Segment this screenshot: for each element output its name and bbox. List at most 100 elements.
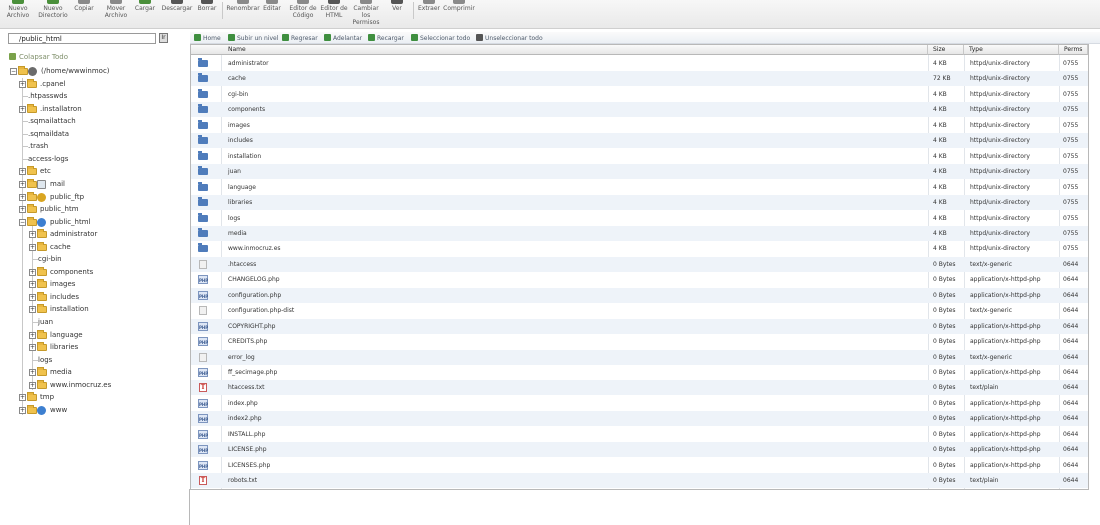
column-name-header[interactable]: Name [191,45,928,55]
tree-item[interactable]: + .installatron [0,103,185,115]
expand-toggle-icon[interactable]: + [29,293,36,301]
table-row[interactable]: libraries 4 KB httpd/unix-directory 0755 [191,195,1088,211]
toolbar-button-5[interactable]: Cargar [131,0,159,29]
tree-item[interactable]: .sqmaildata [0,129,185,140]
expand-toggle-icon[interactable]: + [19,168,26,176]
toolbar-button-1[interactable]: Nuevo Archivo [3,0,33,29]
expand-toggle-icon[interactable]: + [19,193,26,201]
nav-select-all[interactable]: Seleccionar todo [411,34,470,43]
expand-toggle-icon[interactable]: + [29,344,36,352]
tree-item[interactable]: + public_htm [0,204,185,215]
expand-toggle-icon[interactable]: + [29,281,36,289]
table-row[interactable]: .htaccess 0 Bytes text/x-generic 0644 [191,256,1088,272]
table-row[interactable]: PHP ff_secimage.php 0 Bytes application/x-h… [191,365,1088,380]
tree-item[interactable]: + public_ftp [0,191,185,203]
tree-item[interactable]: logs [0,355,185,366]
expand-toggle-icon[interactable]: + [19,180,26,188]
table-row[interactable]: Thtaccess.txt 0 Bytes text/plain 0644 [191,380,1088,396]
table-row[interactable]: installation 4 KB httpd/unix-directory 0755 [191,149,1088,164]
table-row[interactable]: error_log 0 Bytes text/x-generic 0644 [191,349,1088,365]
table-row[interactable]: cgi-bin 4 KB httpd/unix-directory 0755 [191,87,1088,102]
table-row[interactable]: PHP LICENSE.php 0 Bytes application/x-httpd… [191,442,1088,458]
tree-item[interactable]: + cache [0,241,185,253]
tree-item[interactable]: + tmp [0,392,185,403]
expand-toggle-icon[interactable]: + [19,406,26,414]
toolbar-button-7[interactable]: Borrar [195,0,219,29]
toolbar-button-14[interactable]: Extraer [417,0,441,29]
tree-item[interactable]: .htpasswds [0,91,185,102]
tree-item[interactable]: + media [0,367,185,378]
expand-toggle-icon[interactable]: + [29,369,36,377]
toolbar-button-13[interactable]: Ver [385,0,409,29]
expand-toggle-icon[interactable]: + [29,331,36,339]
go-button[interactable]: Ir [159,33,168,43]
expand-toggle-icon[interactable]: + [29,243,36,251]
column-perms-header[interactable]: Perms [1059,45,1088,55]
tree-item[interactable]: + libraries [0,342,185,353]
tree-item[interactable]: + .cpanel [0,78,185,90]
collapse-toggle-icon[interactable]: − [19,218,26,226]
tree-item[interactable]: + www [0,404,185,416]
tree-item[interactable]: + images [0,279,185,290]
tree-item[interactable]: + installation [0,304,185,315]
table-row[interactable]: logs 4 KB httpd/unix-directory 0755 [191,211,1088,226]
toolbar-button-3[interactable]: Copiar [70,0,98,29]
nav-back[interactable]: Regresar [282,34,318,43]
tree-item[interactable]: .sqmailattach [0,116,185,127]
expand-toggle-icon[interactable]: + [19,80,26,88]
expand-toggle-icon[interactable]: + [19,394,26,402]
table-row[interactable]: PHP index2.php 0 Bytes application/x-httpd-… [191,411,1088,427]
table-row[interactable]: administrator 4 KB httpd/unix-directory 075… [191,56,1088,71]
tree-item[interactable]: + administrator [0,229,185,240]
table-row[interactable]: PHP configuration.php 0 Bytes application/x… [191,287,1088,303]
tree-item[interactable]: + includes [0,291,185,303]
toolbar-button-8[interactable]: Renombrar [225,0,261,29]
tree-item[interactable]: − (/home/wwwinmoc) [0,66,185,77]
tree-item[interactable]: cgi-bin [0,254,185,265]
tree-item[interactable]: juan [0,317,185,328]
expand-toggle-icon[interactable]: + [29,306,36,314]
nav-forward[interactable]: Adelantar [324,34,362,43]
toolbar-button-11[interactable]: Editor de HTML [319,0,349,29]
nav-reload[interactable]: Recargar [368,34,404,43]
expand-toggle-icon[interactable]: + [29,231,36,239]
toolbar-button-4[interactable]: Mover Archivo [101,0,131,29]
table-row[interactable]: PHP CREDITS.php 0 Bytes application/x-httpd… [191,334,1088,349]
expand-toggle-icon[interactable]: + [19,206,26,214]
tree-item[interactable]: + mail [0,178,185,190]
table-row[interactable]: juan 4 KB httpd/unix-directory 0755 [191,164,1088,180]
nav-up-level[interactable]: Subir un nivel [228,34,278,43]
table-row[interactable]: language 4 KB httpd/unix-directory 0755 [191,180,1088,195]
collapse-toggle-icon[interactable]: − [10,68,17,75]
table-row[interactable]: media 4 KB httpd/unix-directory 0755 [191,225,1088,241]
table-row[interactable]: www.inmocruz.es 4 KB httpd/unix-directory 0… [191,241,1088,256]
table-row[interactable]: includes 4 KB httpd/unix-directory 0755 [191,133,1088,149]
tree-item[interactable]: access-logs [0,154,185,165]
toolbar-button-12[interactable]: Cambiar los Permisos [350,0,382,29]
toolbar-button-2[interactable]: Nuevo Directorio [36,0,70,29]
table-row[interactable]: Trobots.txt 0 Bytes text/plain 0644 [191,473,1088,489]
path-input[interactable] [8,33,156,44]
table-row[interactable]: cache 72 KB httpd/unix-directory 0755 [191,71,1088,87]
tree-item[interactable]: .trash [0,141,185,152]
tree-item[interactable]: + etc [0,166,185,177]
nav-unselect-all[interactable]: Unseleccionar todo [476,34,543,43]
toolbar-button-6[interactable]: Descargar [160,0,194,29]
table-row[interactable]: configuration.php-dist 0 Bytes text/x-gene… [191,303,1088,318]
tree-item[interactable]: − public_html [0,216,185,228]
toolbar-button-9[interactable]: Editar [260,0,284,29]
table-row[interactable]: images 4 KB httpd/unix-directory 0755 [191,118,1088,133]
table-row[interactable]: PHP LICENSES.php 0 Bytes application/x-http… [191,458,1088,473]
expand-toggle-icon[interactable]: + [19,105,26,113]
column-type-header[interactable]: Type [964,45,1059,55]
tree-item[interactable]: + components [0,266,185,278]
collapse-all-link[interactable]: Colapsar Todo [9,53,68,61]
column-size-header[interactable]: Size [928,45,964,55]
expand-toggle-icon[interactable]: + [29,381,36,389]
nav-home[interactable]: Home [194,34,221,43]
tree-item[interactable]: + www.inmocruz.es [0,379,185,391]
table-row[interactable]: components 4 KB httpd/unix-directory 0755 [191,102,1088,118]
table-row[interactable]: PHP INSTALL.php 0 Bytes application/x-httpd… [191,427,1088,442]
table-row[interactable]: PHP CHANGELOG.php 0 Bytes application/x-htt… [191,272,1088,287]
toolbar-button-15[interactable]: Comprimir [442,0,476,29]
